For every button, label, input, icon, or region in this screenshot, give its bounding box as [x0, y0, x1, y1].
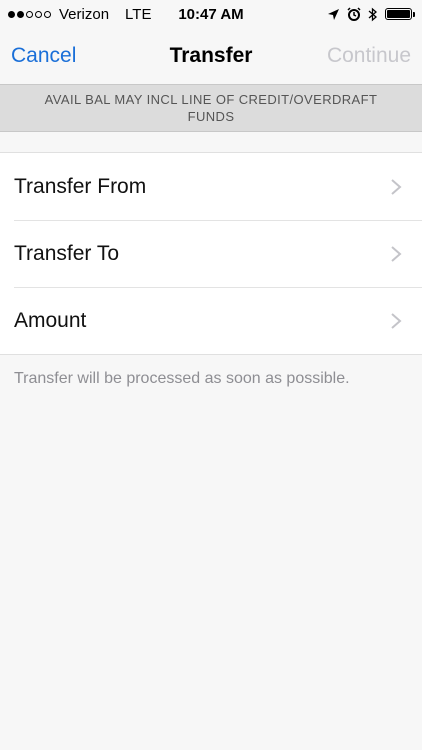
signal-strength-icon: [8, 10, 51, 18]
status-right: [327, 7, 415, 22]
transfer-from-row[interactable]: Transfer From: [0, 153, 422, 220]
info-banner-text: AVAIL BAL MAY INCL LINE OF CREDIT/OVERDR…: [44, 92, 378, 124]
continue-button[interactable]: Continue: [327, 44, 411, 68]
transfer-to-row[interactable]: Transfer To: [0, 220, 422, 287]
carrier-name: Verizon: [59, 5, 110, 23]
transfer-options-list: Transfer From Transfer To Amount: [0, 152, 422, 355]
location-arrow-icon: [328, 8, 339, 20]
processing-note: Transfer will be processed as soon as po…: [14, 370, 350, 387]
row-label: Transfer From: [14, 174, 147, 198]
info-banner: AVAIL BAL MAY INCL LINE OF CREDIT/OVERDR…: [0, 84, 422, 132]
cancel-button[interactable]: Cancel: [11, 44, 76, 68]
chevron-right-icon: [391, 178, 402, 195]
network-type: LTE: [125, 5, 152, 23]
row-label: Amount: [14, 308, 87, 332]
navigation-bar: Cancel Transfer Continue: [0, 28, 422, 84]
alarm-clock-icon: [347, 7, 361, 21]
chevron-right-icon: [391, 312, 402, 329]
status-bar: Verizon LTE 10:47 AM: [0, 0, 422, 28]
battery-icon: [385, 8, 415, 20]
bluetooth-icon: [368, 7, 377, 21]
row-label: Transfer To: [14, 241, 120, 265]
amount-row[interactable]: Amount: [0, 287, 422, 354]
chevron-right-icon: [391, 245, 402, 262]
status-left: Verizon LTE: [8, 6, 168, 23]
